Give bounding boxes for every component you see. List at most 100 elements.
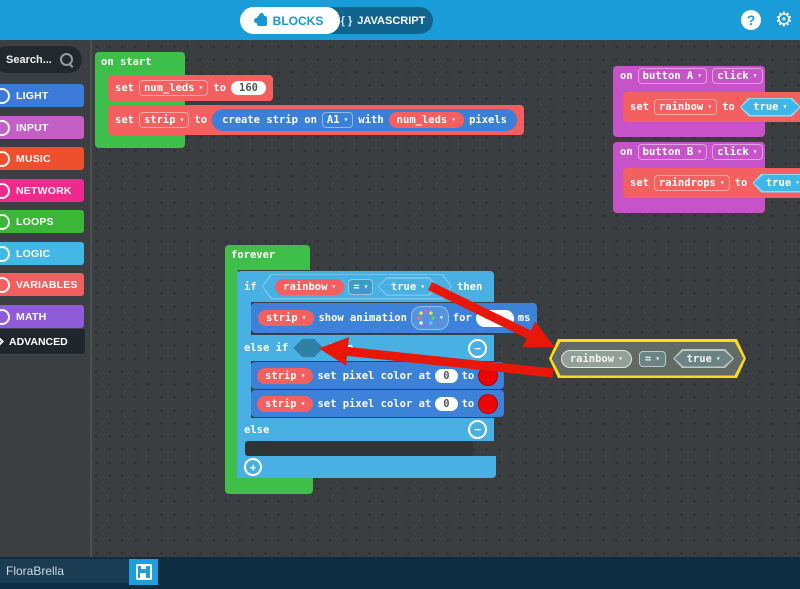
keyword-to: to (735, 177, 748, 189)
true-value-block[interactable]: true (673, 349, 734, 368)
on-button-a-header: on button A click (613, 68, 765, 84)
sidebar-item-light[interactable]: LIGHT (0, 84, 84, 107)
block-workspace[interactable]: on start set num_leds to 160 set strip t… (90, 40, 800, 557)
sidebar-item-logic[interactable]: LOGIC (0, 242, 84, 265)
else-row[interactable]: else − (237, 418, 494, 441)
keyword-ms: ms (518, 312, 531, 324)
sidebar-item-music[interactable]: MUSIC (0, 147, 84, 170)
collapse-minus-icon[interactable]: − (468, 339, 487, 358)
forever-label: forever (231, 249, 275, 261)
keyword-set: set (630, 101, 649, 113)
gear-icon[interactable]: ⚙ (775, 7, 793, 31)
strip-variable-pill[interactable]: strip (257, 396, 313, 412)
set-pixel-color-block[interactable]: strip set pixel color at 0 to (251, 362, 504, 389)
pin-dropdown-a1[interactable]: A1 (322, 112, 353, 128)
keyword-else-if: else if (244, 342, 288, 354)
forever-block-header[interactable]: forever (225, 245, 310, 270)
color-swatch-red[interactable] (478, 366, 498, 386)
set-strip-block[interactable]: set strip to create strip on A1 with num… (108, 105, 524, 135)
comparison-block[interactable]: rainbow = true (262, 274, 452, 300)
save-button[interactable] (129, 559, 158, 585)
button-a-dropdown[interactable]: button A (638, 68, 707, 84)
add-branch-plus-icon[interactable]: + (244, 458, 262, 476)
input-icon (0, 120, 10, 136)
duration-dropdown[interactable] (476, 310, 514, 327)
tab-javascript-label: JAVASCRIPT (357, 15, 425, 27)
set-raindrops-true-block[interactable]: set raindrops to true (623, 168, 800, 198)
pixel-index-value[interactable]: 0 (435, 369, 457, 383)
strip-variable-pill[interactable]: strip (258, 310, 314, 326)
variable-dropdown-raindrops[interactable]: raindrops (654, 175, 730, 191)
click-dropdown[interactable]: click (712, 68, 762, 84)
empty-condition-slot[interactable] (293, 339, 323, 357)
forever-block-footer[interactable] (225, 478, 313, 494)
search-input[interactable] (4, 53, 60, 67)
project-name-input[interactable] (0, 559, 129, 583)
rainbow-animation-icon (416, 308, 436, 328)
if-condition-row[interactable]: if rainbow = true then (237, 271, 494, 302)
keyword-for: for (453, 312, 472, 324)
pixel-index-value[interactable]: 0 (435, 397, 457, 411)
sidebar-item-loops[interactable]: LOOPS (0, 210, 84, 233)
keyword-with: with (358, 114, 383, 126)
keyword-set: set (115, 82, 134, 94)
animation-dropdown[interactable] (411, 306, 449, 330)
keyword-set: set (630, 177, 649, 189)
bottom-bar (0, 557, 800, 589)
value-160[interactable]: 160 (231, 81, 266, 95)
save-icon (136, 564, 152, 580)
keyword-on: on (620, 146, 633, 158)
true-value-block[interactable]: true (377, 277, 438, 296)
help-icon[interactable]: ? (741, 10, 761, 30)
top-bar: BLOCKS { } JAVASCRIPT ? ⚙ (0, 0, 800, 40)
else-if-row[interactable]: else if then − (237, 335, 494, 361)
color-swatch-red[interactable] (478, 394, 498, 414)
tab-javascript[interactable]: { } JAVASCRIPT (333, 7, 433, 34)
set-pixel-color-label: set pixel color at (317, 370, 431, 382)
logic-icon (0, 246, 10, 262)
click-dropdown[interactable]: click (712, 144, 762, 160)
variable-dropdown-strip[interactable]: strip (139, 112, 189, 128)
create-strip-block[interactable]: create strip on A1 with num_leds pixels (212, 109, 517, 131)
keyword-to: to (462, 398, 475, 410)
set-num-leds-block[interactable]: set num_leds to 160 (108, 75, 273, 101)
rainbow-variable-pill[interactable]: rainbow (275, 279, 344, 295)
puzzle-icon (257, 16, 267, 26)
sidebar-item-variables[interactable]: VARIABLES (0, 273, 84, 296)
tab-blocks[interactable]: BLOCKS (240, 7, 340, 34)
set-pixel-color-block[interactable]: strip set pixel color at 0 to (251, 390, 504, 417)
strip-variable-pill[interactable]: strip (257, 368, 313, 384)
loops-icon (0, 214, 10, 230)
true-value-block[interactable]: true (740, 98, 800, 117)
empty-statement-slot[interactable] (245, 441, 473, 456)
true-value-block[interactable]: true (752, 174, 800, 193)
tab-blocks-label: BLOCKS (273, 14, 324, 28)
floating-comparison-block-highlighted[interactable]: rainbow = true (549, 339, 746, 378)
keyword-else: else (244, 424, 269, 436)
operator-dropdown[interactable]: = (348, 279, 373, 295)
rainbow-variable-pill[interactable]: rainbow (561, 350, 632, 368)
on-start-label: on start (101, 56, 152, 68)
variable-dropdown-num-leds[interactable]: num_leds (139, 80, 208, 96)
set-rainbow-true-block[interactable]: set rainbow to true (623, 92, 800, 122)
operator-dropdown[interactable]: = (639, 351, 666, 367)
variable-dropdown-rainbow[interactable]: rainbow (654, 99, 717, 115)
editor-mode-tabs: BLOCKS { } JAVASCRIPT (240, 7, 433, 34)
button-b-dropdown[interactable]: button B (638, 144, 707, 160)
sidebar-item-input[interactable]: INPUT (0, 116, 84, 139)
create-strip-label: create strip on (222, 114, 317, 126)
sidebar-item-network[interactable]: NETWORK (0, 179, 84, 202)
math-icon (0, 309, 10, 325)
on-button-b-header: on button B click (613, 144, 765, 160)
sidebar-item-math[interactable]: MATH (0, 305, 84, 328)
keyword-then: then (457, 281, 482, 293)
keyword-set: set (115, 114, 134, 126)
sidebar-item-advanced[interactable]: ADVANCED (0, 328, 86, 355)
collapse-minus-icon[interactable]: − (468, 420, 487, 439)
search-box[interactable] (0, 46, 82, 73)
keyword-pixels: pixels (469, 114, 507, 126)
num-leds-variable-pill[interactable]: num_leds (389, 112, 464, 128)
set-pixel-color-label: set pixel color at (317, 398, 431, 410)
show-animation-block[interactable]: strip show animation for ms (251, 303, 537, 333)
if-block-footer[interactable]: + (237, 456, 496, 478)
